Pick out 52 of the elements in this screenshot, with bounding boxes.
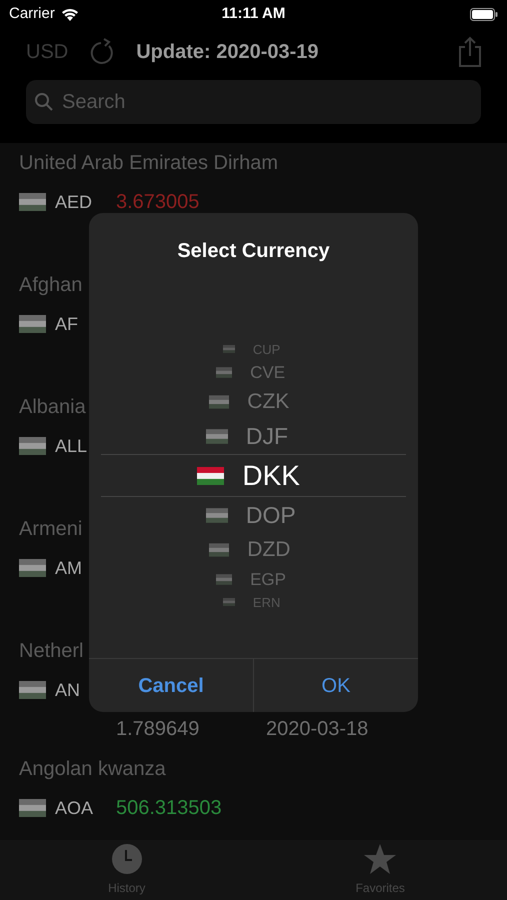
currency-option[interactable]: DOP xyxy=(206,504,302,526)
carrier-label: Carrier xyxy=(9,4,55,24)
currency-option[interactable]: EGP xyxy=(216,570,291,588)
flag-icon xyxy=(209,542,230,556)
currency-code: AN xyxy=(55,678,82,702)
flag-icon xyxy=(206,508,228,522)
currency-code: ALL xyxy=(55,434,88,458)
currency-option[interactable]: DZD xyxy=(209,539,298,560)
search-icon xyxy=(34,92,54,112)
flag-icon xyxy=(216,366,232,378)
flag-icon xyxy=(209,394,230,408)
flag-icon xyxy=(206,428,228,444)
currency-name: Angolan kwanza xyxy=(19,757,166,782)
exchange-rate: 506.313503 xyxy=(116,797,222,819)
star-icon xyxy=(363,843,398,875)
currency-name: Albania xyxy=(19,395,86,420)
dialog-button[interactable]: Cancel xyxy=(89,659,254,712)
exchange-rate: 3.673005 xyxy=(116,191,200,213)
currency-name: Armeni xyxy=(19,517,82,542)
flag-icon xyxy=(19,315,46,333)
flag-icon xyxy=(19,193,46,211)
clock-time: 11:11 AM xyxy=(222,4,286,24)
share-icon[interactable] xyxy=(457,36,483,68)
flag-icon xyxy=(216,574,232,584)
dialog-title: Select Currency xyxy=(177,238,330,264)
currency-option[interactable]: CZK xyxy=(209,391,298,412)
flag-icon xyxy=(222,598,235,606)
currency-option[interactable]: DKK xyxy=(197,462,310,490)
wifi-icon xyxy=(60,8,79,20)
currency-name: United Arab Emirates Dirham xyxy=(19,151,278,176)
flag-icon xyxy=(197,466,224,484)
previous-rate: 1.789649 xyxy=(116,717,200,742)
previous-date: 2020-03-18 xyxy=(266,717,368,742)
currency-name: Netherl xyxy=(19,639,84,664)
currency-name: Afghan xyxy=(19,273,82,298)
flag-icon xyxy=(19,437,46,455)
flag-icon xyxy=(19,799,46,817)
currency-option[interactable]: DJF xyxy=(206,424,302,448)
update-title: Update: 2020-03-19 xyxy=(136,40,319,65)
base-currency-button[interactable]: USD xyxy=(26,37,68,67)
currency-code: AF xyxy=(55,312,80,336)
battery-icon xyxy=(470,8,498,20)
dialog-button[interactable]: OK xyxy=(254,659,418,712)
currency-option[interactable]: CVE xyxy=(216,364,291,380)
search-field[interactable]: Search xyxy=(26,80,481,124)
currency-code: AM xyxy=(55,556,83,580)
flag-icon xyxy=(222,345,235,353)
clock-icon xyxy=(110,843,143,875)
flag-icon xyxy=(19,559,46,577)
flag-icon xyxy=(19,681,46,699)
currency-code: AOA xyxy=(55,796,94,820)
currency-code: AED xyxy=(55,190,94,214)
